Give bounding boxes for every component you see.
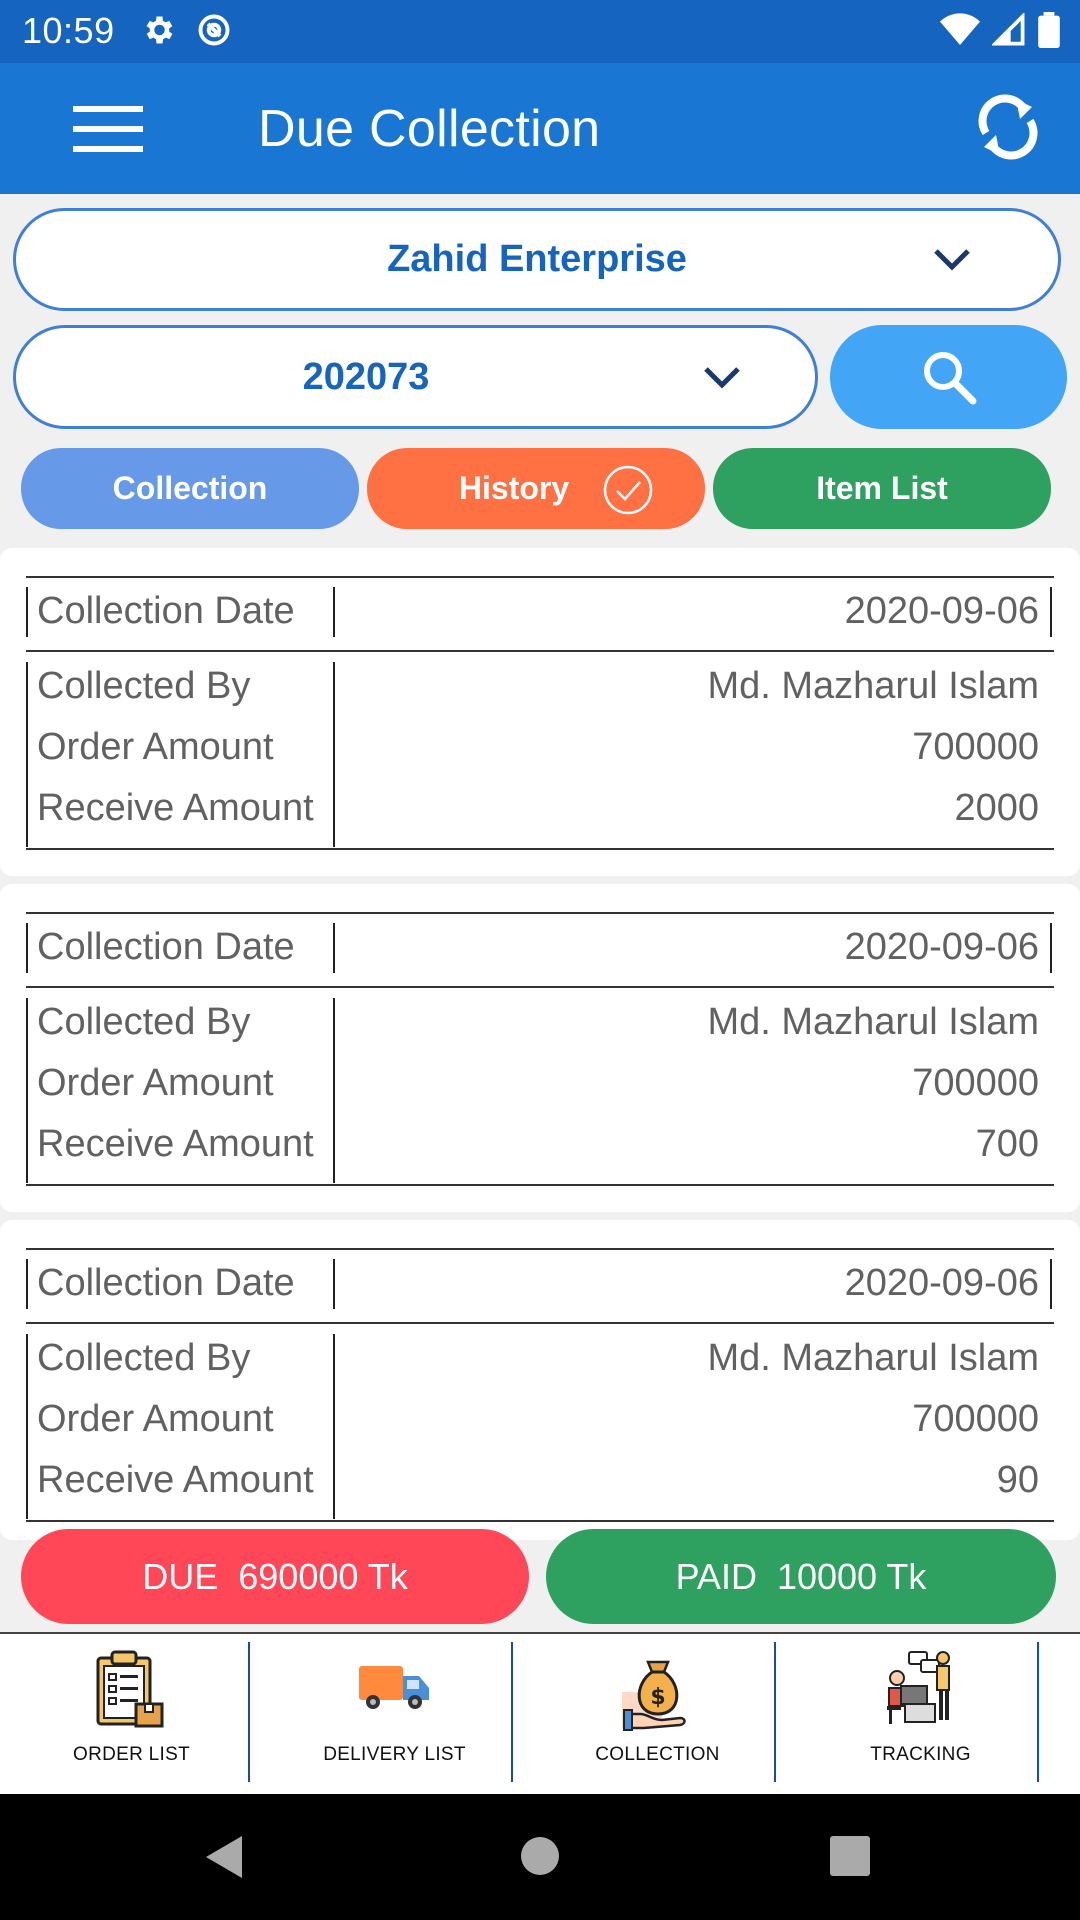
nav-tracking-label: TRACKING <box>870 1744 971 1765</box>
back-icon[interactable] <box>202 1834 246 1880</box>
collected-by-value: Md. Mazharul Islam <box>707 665 1039 707</box>
order-amount-label: Order Amount <box>37 726 274 768</box>
order-amount-value: 700000 <box>912 1062 1039 1104</box>
collection-record-card: Collection Date 2020-09-06 Collected By … <box>0 548 1080 876</box>
delivery-truck-icon <box>358 1666 429 1709</box>
collection-date-label: Collection Date <box>37 1262 295 1304</box>
chevron-down-icon <box>704 367 740 389</box>
collection-record-card: Collection Date 2020-09-06 Collected By … <box>0 1220 1080 1540</box>
refresh-icon <box>978 94 1038 160</box>
order-amount-label: Order Amount <box>37 1062 274 1104</box>
nav-collection[interactable]: $ COLLECTION <box>526 1634 789 1794</box>
collected-by-label: Collected By <box>37 665 251 707</box>
collected-by-value: Md. Mazharul Islam <box>707 1337 1039 1379</box>
recents-icon[interactable] <box>830 1836 870 1876</box>
refresh-button[interactable] <box>968 87 1048 167</box>
menu-button[interactable] <box>60 99 150 159</box>
tracking-people-icon <box>886 1651 950 1724</box>
tab-history-label: History <box>458 470 570 506</box>
order-amount-label: Order Amount <box>37 1398 274 1440</box>
order-amount-value: 700000 <box>912 726 1039 768</box>
status-bar: 10:59 <box>0 0 1080 63</box>
receive-amount-label: Receive Amount <box>37 787 314 829</box>
status-time: 10:59 <box>22 10 115 51</box>
nav-delivery-list[interactable]: DELIVERY LIST <box>263 1634 526 1794</box>
receive-amount-value: 90 <box>996 1459 1039 1501</box>
svg-text:$: $ <box>650 1685 665 1710</box>
collected-by-label: Collected By <box>37 1001 251 1043</box>
receive-amount-value: 700 <box>975 1123 1039 1165</box>
battery-icon <box>1038 12 1060 48</box>
collection-date-value: 2020-09-06 <box>844 926 1039 968</box>
collection-date-label: Collection Date <box>37 590 295 632</box>
settings-gear-icon <box>140 12 176 48</box>
receive-amount-label: Receive Amount <box>37 1123 314 1165</box>
paid-amount-text: PAID 10000 Tk <box>675 1555 927 1597</box>
cell-signal-icon <box>992 13 1026 47</box>
tab-collection-label: Collection <box>112 470 268 506</box>
receive-amount-value: 2000 <box>954 787 1039 829</box>
collected-by-label: Collected By <box>37 1337 251 1379</box>
system-navigation-bar <box>0 1794 1080 1920</box>
at-sign-icon <box>196 12 232 48</box>
due-amount-badge: DUE 690000 Tk <box>21 1529 529 1624</box>
search-button[interactable] <box>830 325 1067 429</box>
tab-item-list-label: Item List <box>816 470 948 506</box>
due-amount-text: DUE 690000 Tk <box>142 1555 408 1597</box>
order-number-selected-value: 202073 <box>302 356 430 398</box>
check-circle-icon <box>603 465 653 515</box>
bottom-navigation: ORDER LIST DELIVERY LIST $ COLLECTION TR… <box>0 1632 1080 1794</box>
collected-by-value: Md. Mazharul Islam <box>707 1001 1039 1043</box>
nav-tracking[interactable]: TRACKING <box>789 1634 1052 1794</box>
collection-date-value: 2020-09-06 <box>844 1262 1039 1304</box>
nav-delivery-list-label: DELIVERY LIST <box>323 1744 466 1765</box>
money-bag-icon: $ <box>621 1660 686 1731</box>
collection-date-label: Collection Date <box>37 926 295 968</box>
order-amount-value: 700000 <box>912 1398 1039 1440</box>
customer-selected-value: Zahid Enterprise <box>387 238 687 280</box>
wifi-icon <box>940 13 980 47</box>
tab-item-list[interactable]: Item List <box>713 448 1051 529</box>
chevron-down-icon <box>934 249 970 271</box>
collection-record-card: Collection Date 2020-09-06 Collected By … <box>0 884 1080 1212</box>
nav-collection-label: COLLECTION <box>595 1744 720 1765</box>
collection-date-value: 2020-09-06 <box>844 590 1039 632</box>
tab-history[interactable]: History <box>367 448 705 529</box>
receive-amount-label: Receive Amount <box>37 1459 314 1501</box>
order-number-dropdown[interactable]: 202073 <box>13 325 818 429</box>
tab-collection[interactable]: Collection <box>21 448 359 529</box>
paid-amount-badge: PAID 10000 Tk <box>546 1529 1056 1624</box>
hamburger-menu-icon <box>73 106 143 152</box>
nav-order-list[interactable]: ORDER LIST <box>0 1634 263 1794</box>
customer-dropdown[interactable]: Zahid Enterprise <box>13 208 1061 311</box>
home-icon[interactable] <box>520 1836 560 1876</box>
app-bar: Due Collection <box>0 63 1080 194</box>
clipboard-list-icon <box>96 1650 163 1728</box>
page-title: Due Collection <box>258 100 601 158</box>
nav-order-list-label: ORDER LIST <box>72 1744 191 1765</box>
search-icon <box>923 352 976 405</box>
